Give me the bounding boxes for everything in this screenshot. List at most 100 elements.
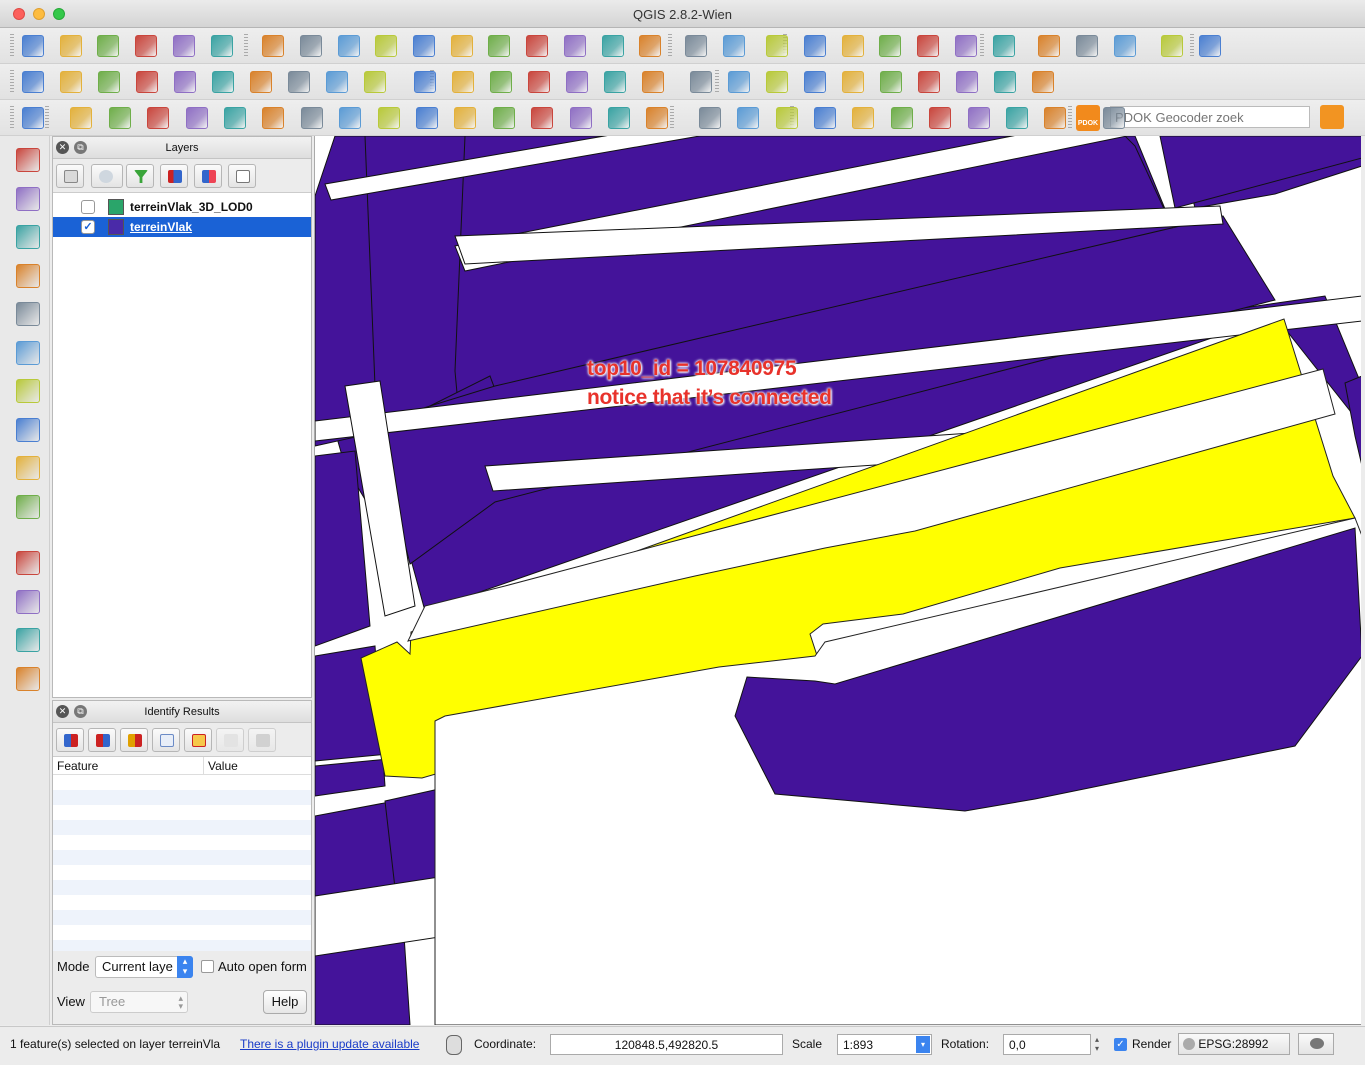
coordinate-field[interactable]: 120848.5,492820.5	[550, 1034, 783, 1055]
save-project-icon[interactable]	[97, 35, 120, 57]
identify-plus-icon[interactable]	[1032, 71, 1054, 93]
zoom-to-selection-icon[interactable]	[488, 35, 511, 57]
zoom-in-icon[interactable]	[337, 35, 360, 57]
processing-icon[interactable]	[16, 666, 40, 691]
pan-to-selection-icon[interactable]	[299, 35, 322, 57]
add-wcs-layer-icon[interactable]	[16, 379, 40, 403]
expand-new-results-button[interactable]	[120, 728, 148, 752]
expand-all-button[interactable]	[160, 164, 188, 188]
current-edits-icon[interactable]	[22, 71, 44, 93]
percent-icon[interactable]	[804, 71, 826, 93]
expression-select-icon[interactable]	[841, 35, 864, 57]
value-column-header[interactable]: Value	[208, 759, 238, 773]
paste-features-icon[interactable]	[364, 71, 386, 93]
new-project-icon[interactable]	[22, 35, 44, 57]
snapping-icon[interactable]	[22, 107, 44, 129]
plugin-icon[interactable]	[728, 71, 750, 93]
mode-select[interactable]: Current laye ▴ ▾	[95, 956, 193, 978]
toolbar-grip[interactable]	[1190, 34, 1194, 58]
cut-features-icon[interactable]	[288, 71, 310, 93]
rotation-field[interactable]: 0,0	[1003, 1034, 1091, 1055]
scale-combo[interactable]: 1:893 ▾	[837, 1034, 932, 1055]
select-icon[interactable]	[1006, 107, 1028, 129]
text-annotation-icon[interactable]	[1113, 35, 1136, 57]
pdok-zoom-icon[interactable]	[1320, 105, 1344, 129]
text-annotation-icon[interactable]	[16, 628, 40, 652]
zoom-next-icon[interactable]	[601, 35, 624, 57]
pan-icon[interactable]	[262, 35, 285, 57]
pdok-add-button[interactable]: PDOK	[1076, 105, 1100, 131]
refresh-icon[interactable]	[639, 35, 662, 57]
add-vector-layer-icon[interactable]	[16, 148, 40, 172]
change-label-icon[interactable]	[604, 71, 626, 93]
mouse-icon[interactable]	[446, 1035, 462, 1055]
add-postgis-layer-icon[interactable]	[16, 225, 40, 249]
print-button[interactable]	[248, 728, 276, 752]
add-wfs-layer-icon[interactable]	[16, 417, 40, 442]
simplify-icon[interactable]	[147, 107, 170, 129]
digitize-icon[interactable]	[814, 107, 836, 129]
auto-open-checkbox[interactable]	[201, 960, 214, 973]
add-wms-layer-icon[interactable]	[16, 340, 40, 365]
map-tips-icon[interactable]	[992, 35, 1015, 57]
toolbar-grip[interactable]	[45, 106, 49, 130]
edit-vertex-icon[interactable]	[929, 107, 952, 129]
toolbar-grip[interactable]	[980, 34, 984, 58]
georeferencer-icon[interactable]	[16, 551, 40, 575]
toolbar-grip[interactable]	[715, 70, 719, 94]
select-features-icon[interactable]	[766, 35, 789, 57]
python-console-icon[interactable]	[766, 71, 788, 93]
collapse-tree-button[interactable]	[88, 728, 116, 752]
toolbar-grip[interactable]	[670, 106, 674, 130]
copy-features-icon[interactable]	[326, 71, 348, 93]
remove-layer-button[interactable]	[228, 164, 256, 188]
redo-icon[interactable]	[108, 107, 131, 129]
messages-button[interactable]	[1298, 1033, 1334, 1055]
add-vertex-icon[interactable]	[852, 107, 875, 129]
filter-legend-button[interactable]	[126, 164, 154, 188]
move-vertex-icon[interactable]	[890, 107, 913, 129]
close-icon[interactable]: ✕	[56, 141, 69, 154]
toggle-editing-icon[interactable]	[60, 71, 82, 93]
p-red-icon[interactable]	[880, 71, 902, 93]
reshape-icon[interactable]	[377, 107, 400, 129]
toolbar-grip[interactable]	[10, 70, 14, 94]
zoom-full-icon[interactable]	[450, 35, 473, 57]
identify-icon[interactable]	[684, 35, 707, 57]
open-form-button[interactable]	[152, 728, 180, 752]
render-checkbox[interactable]: ✓	[1114, 1038, 1127, 1051]
zoom-last-icon[interactable]	[563, 35, 586, 57]
close-icon[interactable]: ✕	[56, 705, 69, 718]
add-mssql-layer-icon[interactable]	[16, 302, 40, 326]
field-calculator-icon[interactable]	[917, 35, 940, 57]
rotate-icon[interactable]	[646, 107, 669, 129]
toolbar-grip[interactable]	[10, 34, 14, 58]
undo-icon[interactable]	[70, 107, 93, 129]
toolbar-grip[interactable]	[668, 34, 672, 58]
svg-icon[interactable]	[994, 71, 1016, 93]
layer-add-icon[interactable]	[698, 107, 721, 129]
layer-symbol-swatch[interactable]	[108, 219, 124, 235]
deselect-icon[interactable]	[804, 35, 826, 57]
layer-visibility-checkbox[interactable]	[81, 200, 95, 214]
toolbar-grip[interactable]	[10, 106, 14, 130]
new-bookmark-icon[interactable]	[1038, 35, 1061, 57]
layer-remove-icon[interactable]	[775, 107, 798, 129]
new-print-composer-icon[interactable]	[172, 35, 195, 57]
split-features-icon[interactable]	[454, 107, 477, 129]
rotate-label-icon[interactable]	[566, 71, 588, 93]
zoom-out-icon[interactable]	[375, 35, 398, 57]
toolbar-grip[interactable]	[244, 34, 248, 58]
measure-line-icon[interactable]	[954, 35, 977, 57]
node-tool-icon[interactable]	[212, 71, 234, 93]
layer-new-icon[interactable]	[737, 107, 760, 129]
deselect-icon[interactable]	[1044, 107, 1067, 129]
crs-button[interactable]: EPSG:28992	[1178, 1033, 1290, 1055]
csw-icon[interactable]	[690, 71, 712, 93]
map-canvas[interactable]: top10_id = 107840975 notice that it’s co…	[314, 136, 1361, 1025]
plugin-update-link[interactable]: There is a plugin update available	[240, 1037, 419, 1051]
merge-features-icon[interactable]	[531, 107, 554, 129]
merge-attributes-icon[interactable]	[569, 107, 592, 129]
offset-curve-icon[interactable]	[416, 107, 438, 129]
open-project-icon[interactable]	[59, 35, 82, 57]
